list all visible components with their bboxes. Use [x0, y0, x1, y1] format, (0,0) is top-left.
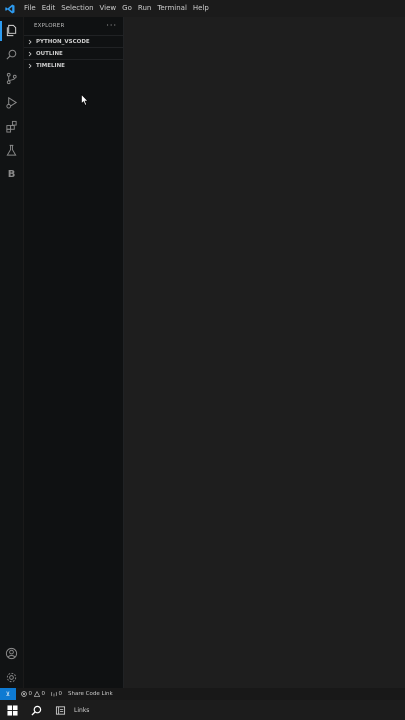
- error-count: 0: [28, 691, 33, 697]
- menu-edit[interactable]: Edit: [39, 0, 59, 17]
- extensions-icon: [6, 120, 17, 133]
- warning-count: 0: [41, 691, 46, 697]
- section-timeline[interactable]: TIMELINE: [24, 59, 123, 71]
- error-icon: [21, 691, 27, 697]
- explorer-title: EXPLORER: [34, 23, 65, 29]
- manage-button[interactable]: [0, 666, 23, 688]
- editor-area[interactable]: [124, 17, 405, 688]
- mouse-pointer-icon: [81, 94, 89, 106]
- section-label: TIMELINE: [36, 62, 65, 69]
- explorer-icon: [6, 24, 17, 36]
- task-view-button[interactable]: [48, 700, 72, 720]
- menu-terminal[interactable]: Terminal: [154, 0, 190, 17]
- accounts-button[interactable]: [0, 642, 23, 664]
- taskbar: Links: [0, 700, 405, 720]
- search-icon: [30, 705, 41, 716]
- menu-file[interactable]: File: [21, 0, 39, 17]
- extensions-button[interactable]: [0, 115, 23, 137]
- active-indicator: [0, 21, 2, 41]
- radio-tower-icon: [51, 691, 57, 697]
- taskbar-links-label[interactable]: Links: [74, 707, 89, 714]
- search-icon: [6, 49, 17, 60]
- menu-run[interactable]: Run: [135, 0, 154, 17]
- source-control-icon: [6, 72, 17, 84]
- run-debug-button[interactable]: [0, 91, 23, 113]
- section-python-vscode[interactable]: PYTHON_VSCODE: [24, 35, 123, 47]
- testing-button[interactable]: [0, 139, 23, 161]
- more-actions-icon[interactable]: ···: [106, 22, 117, 30]
- share-code-link[interactable]: Share Code Link: [68, 691, 113, 697]
- start-button[interactable]: [0, 700, 24, 720]
- explorer-sidebar: EXPLORER ··· PYTHON_VSCODE OUTLINE TIMEL…: [24, 17, 124, 688]
- source-control-button[interactable]: [0, 67, 23, 89]
- share-code-link-label: Share Code Link: [68, 691, 113, 697]
- explorer-header: EXPLORER ···: [24, 17, 123, 35]
- b-extension-button[interactable]: B: [0, 163, 23, 185]
- warning-icon: [34, 691, 40, 697]
- menu-selection[interactable]: Selection: [58, 0, 96, 17]
- section-outline[interactable]: OUTLINE: [24, 47, 123, 59]
- section-label: OUTLINE: [36, 50, 63, 57]
- vscode-logo-icon: [5, 4, 15, 13]
- chevron-right-icon: [28, 51, 32, 56]
- explorer-button[interactable]: [0, 19, 23, 41]
- activity-bar: B: [0, 17, 24, 688]
- windows-logo-icon: [6, 704, 18, 716]
- task-view-icon: [55, 705, 65, 715]
- menu-bar: File Edit Selection View Go Run Terminal…: [0, 0, 405, 17]
- chevron-right-icon: [28, 63, 32, 68]
- chevron-right-icon: [28, 39, 32, 44]
- section-label: PYTHON_VSCODE: [36, 38, 90, 45]
- testing-icon: [6, 144, 17, 156]
- accounts-icon: [5, 647, 18, 659]
- ports-count: 0: [58, 691, 63, 697]
- menu-help[interactable]: Help: [190, 0, 212, 17]
- menu-go[interactable]: Go: [119, 0, 135, 17]
- taskbar-search-button[interactable]: [24, 700, 48, 720]
- run-debug-icon: [6, 96, 18, 109]
- manage-gear-icon: [6, 672, 17, 682]
- remote-indicator[interactable]: ⊻: [0, 688, 16, 700]
- problems-indicator[interactable]: 0 0: [21, 691, 45, 697]
- status-bar: ⊻ 0 0 0 Share Code Link: [0, 688, 405, 700]
- search-button[interactable]: [0, 43, 23, 65]
- ports-indicator[interactable]: 0: [51, 691, 62, 697]
- b-icon: B: [7, 168, 16, 180]
- menu-view[interactable]: View: [97, 0, 120, 17]
